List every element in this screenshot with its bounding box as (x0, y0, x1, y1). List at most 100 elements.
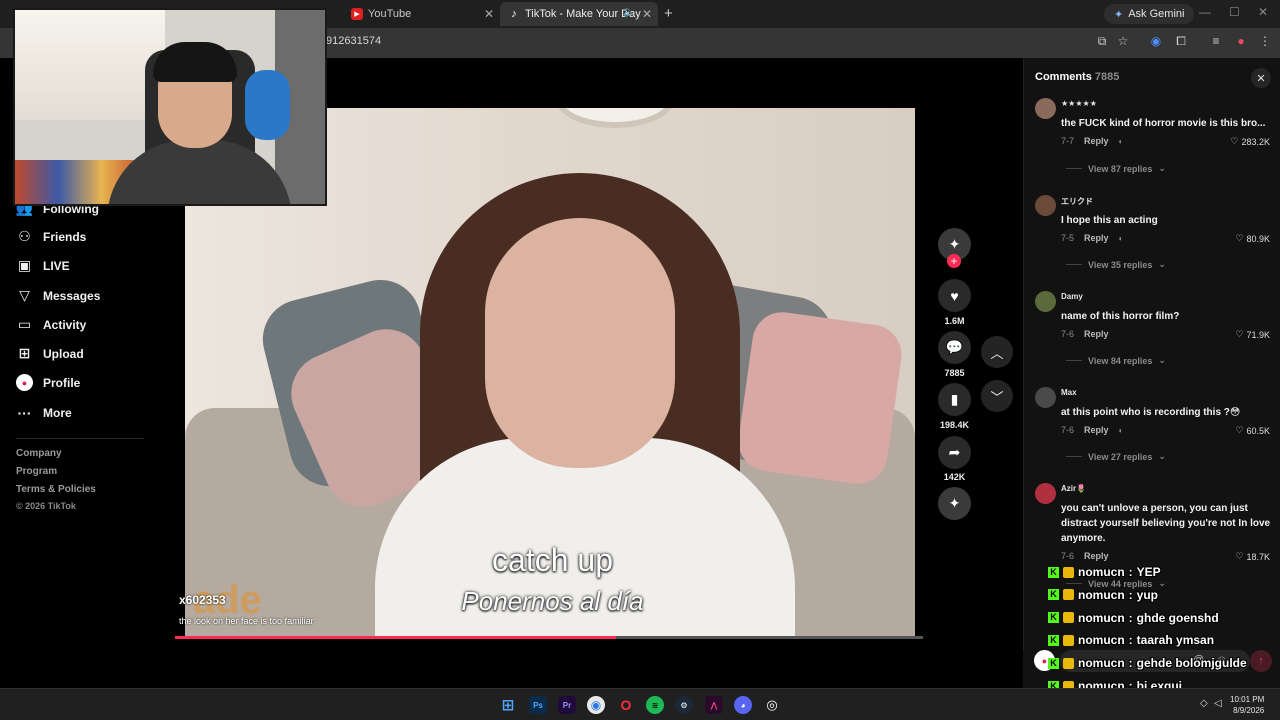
footer-link-program[interactable]: Program (16, 466, 57, 477)
reply-button[interactable]: Reply (1084, 329, 1109, 339)
ask-gemini-button[interactable]: ✦ Ask Gemini (1104, 4, 1195, 24)
comments-header: Comments 7885 (1035, 71, 1119, 83)
creator-liked-icon: ◐ (1118, 233, 1124, 243)
avatar[interactable] (1035, 291, 1056, 312)
previous-video-button[interactable]: ︿ (981, 336, 1013, 368)
comment-meta: 7-6 Reply ◐ (1061, 425, 1123, 435)
start-menu-icon[interactable]: ⊞ (499, 696, 517, 714)
app-icon[interactable]: ⋀ (705, 696, 723, 714)
comment-username[interactable]: Max (1061, 388, 1077, 397)
avatar[interactable] (1035, 195, 1056, 216)
nav-friends[interactable]: ⚇ Friends (16, 228, 86, 245)
opera-icon[interactable]: O (617, 696, 635, 714)
video-progress-bar[interactable] (175, 636, 923, 639)
photoshop-icon[interactable]: Ps (529, 696, 547, 714)
steam-icon[interactable]: ⚙ (675, 696, 693, 714)
extensions-puzzle-icon[interactable]: ⧠ (1173, 34, 1189, 49)
chat-separator: : (1128, 633, 1133, 648)
reply-button[interactable]: Reply (1084, 233, 1109, 243)
comment-username[interactable]: ★★★★★ (1061, 99, 1097, 108)
post-comment-button[interactable]: ↑ (1250, 650, 1272, 672)
comment-like-button[interactable]: ♡ 80.9K (1235, 233, 1270, 244)
bookmark-star-icon[interactable]: ☆ (1115, 34, 1131, 48)
comment-text: you can't unlove a person, you can just … (1061, 503, 1271, 544)
live-icon: ▣ (17, 257, 32, 273)
nav-activity[interactable]: ▭ Activity (16, 316, 86, 333)
minimize-icon[interactable]: — (1199, 5, 1211, 19)
comment-date: 7-6 (1061, 551, 1075, 561)
premiere-icon[interactable]: Pr (558, 696, 576, 714)
menu-kebab-icon[interactable]: ⋮ (1257, 34, 1273, 48)
share-button[interactable]: ➦ (938, 436, 971, 469)
nav-upload[interactable]: ⊞ Upload (16, 345, 84, 362)
address-bar[interactable]: 912631574 (326, 35, 381, 47)
footer-link-company[interactable]: Company (16, 448, 62, 459)
nav-profile[interactable]: ● Profile (16, 374, 80, 391)
follow-plus-icon[interactable]: + (947, 254, 961, 268)
comment-like-button[interactable]: ♡ 18.7K (1235, 551, 1270, 562)
spotify-icon[interactable]: ≋ (646, 696, 664, 714)
avatar[interactable] (1035, 98, 1056, 119)
system-clock[interactable]: 10:01 PM 8/9/2026 (1230, 694, 1264, 716)
nav-live[interactable]: ▣ LIVE (16, 257, 70, 274)
close-comments-button[interactable]: ✕ (1251, 68, 1271, 88)
comment-username[interactable]: エリクド (1061, 196, 1093, 207)
avatar[interactable] (1035, 387, 1056, 408)
subscriber-badge-icon (1063, 657, 1074, 669)
nav-more[interactable]: ··· More (16, 404, 72, 421)
install-app-icon[interactable]: ⧉ (1094, 34, 1110, 49)
comment-username[interactable]: Damy (1061, 292, 1083, 301)
subscriber-badge-icon (1063, 634, 1074, 646)
save-button[interactable]: ▮ (938, 383, 971, 416)
view-replies-button[interactable]: View 35 replies ⌄ (1066, 259, 1166, 270)
reply-button[interactable]: Reply (1084, 551, 1109, 561)
close-tab-icon[interactable]: ✕ (484, 7, 494, 21)
maximize-icon[interactable]: ☐ (1229, 5, 1240, 19)
comment-like-button[interactable]: ♡ 283.2K (1230, 136, 1270, 147)
reply-button[interactable]: Reply (1084, 136, 1109, 146)
chrome-icon[interactable]: ◉ (587, 696, 605, 714)
view-replies-button[interactable]: View 27 replies ⌄ (1066, 451, 1166, 462)
nav-messages[interactable]: ▽ Messages (16, 287, 100, 304)
view-replies-label: View 35 replies (1088, 259, 1153, 270)
chat-text: gehde bolomjgulde (1136, 656, 1247, 671)
media-controls-icon[interactable]: ≡ (1208, 34, 1224, 48)
chat-message: Knomucn: ghde goenshd (1048, 611, 1219, 625)
music-disc[interactable]: ✦ (938, 487, 971, 520)
reply-button[interactable]: Reply (1084, 425, 1109, 435)
avatar[interactable] (1035, 483, 1056, 504)
nav-label: Activity (43, 317, 87, 332)
extension-icon[interactable]: ◉ (1148, 34, 1164, 48)
new-tab-button[interactable]: + (664, 5, 673, 22)
clock-time: 10:01 PM (1230, 695, 1265, 704)
ask-gemini-label: Ask Gemini (1128, 8, 1185, 20)
comment-username[interactable]: Azir🌷 (1061, 484, 1086, 493)
comment-text: the FUCK kind of horror movie is this br… (1061, 118, 1266, 129)
video-author[interactable]: x602353 (179, 593, 226, 607)
close-tab-icon[interactable]: ✕ (642, 7, 652, 21)
video-frame-pillow (734, 308, 906, 488)
footer-link-terms[interactable]: Terms & Policies (16, 484, 96, 495)
wifi-icon[interactable]: ◇ (1200, 698, 1208, 709)
close-window-icon[interactable]: ✕ (1258, 5, 1268, 19)
comment-like-button[interactable]: ♡ 60.5K (1235, 425, 1270, 436)
profile-avatar-icon[interactable]: ● (1233, 34, 1249, 48)
comment-meta: 7-5 Reply ◐ (1061, 233, 1123, 243)
like-button[interactable]: ♥ (938, 279, 971, 312)
view-replies-button[interactable]: View 87 replies ⌄ (1066, 163, 1166, 174)
comment-button[interactable]: 💬 (938, 331, 971, 364)
view-replies-button[interactable]: View 84 replies ⌄ (1066, 355, 1166, 366)
tab-youtube[interactable]: ▶ YouTube ✕ (343, 2, 500, 26)
speaker-icon[interactable]: 🔈 (623, 7, 635, 18)
subscriber-badge-icon (1063, 589, 1074, 601)
obs-icon[interactable]: ◎ (763, 696, 781, 714)
discord-icon[interactable]: ◕ (734, 696, 752, 714)
webcam-streamer-body (107, 140, 292, 204)
comment-like-button[interactable]: ♡ 71.9K (1235, 329, 1270, 340)
volume-icon[interactable]: ◁ (1214, 698, 1222, 709)
kick-badge-icon: K (1048, 612, 1059, 624)
comment-text: name of this horror film? (1061, 311, 1180, 322)
chat-username: nomucn (1078, 565, 1125, 579)
friends-icon: ⚇ (18, 228, 31, 244)
next-video-button[interactable]: ﹀ (981, 380, 1013, 412)
